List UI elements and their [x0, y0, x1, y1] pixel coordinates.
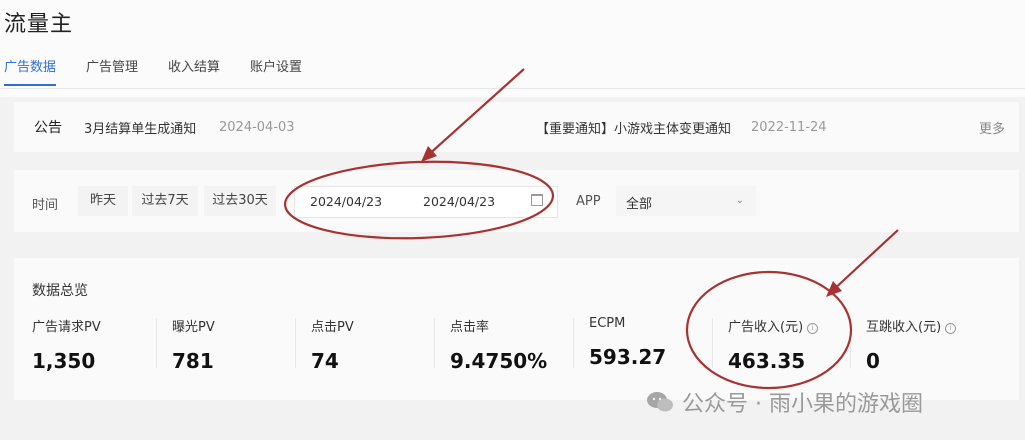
metric-divider	[434, 318, 435, 368]
tab-ad-data[interactable]: 广告数据	[4, 56, 57, 86]
preset-last-7-days[interactable]: 过去7天	[132, 186, 198, 216]
app-select[interactable]: 全部 ⌄	[616, 186, 756, 216]
preset-last-30-days[interactable]: 过去30天	[204, 186, 276, 216]
notice-item-2-date: 2022-11-24	[751, 119, 827, 135]
metric-divider	[156, 318, 157, 368]
end-date[interactable]: 2024/04/23	[423, 194, 495, 209]
date-range-picker[interactable]: 2024/04/23 2024/04/23	[294, 186, 558, 218]
time-label: 时间	[32, 198, 59, 213]
metric-click-pv: 点击PV 74	[311, 316, 354, 373]
notice-item-1-date: 2024-04-03	[219, 119, 295, 135]
wechat-icon	[647, 392, 673, 412]
metric-ad-request-pv: 广告请求PV 1,350	[32, 316, 101, 373]
chevron-down-icon: ⌄	[735, 195, 744, 206]
metric-label: 广告收入(元)	[728, 320, 804, 335]
metric-value: 1,350	[32, 349, 96, 373]
overview-title: 数据总览	[32, 283, 88, 299]
metric-label: 点击PV	[311, 320, 354, 335]
metric-value: 0	[866, 349, 880, 373]
tab-account-settings[interactable]: 账户设置	[250, 56, 302, 86]
metric-exposure-pv: 曝光PV 781	[172, 316, 215, 373]
metric-value: 9.4750%	[450, 349, 548, 373]
metric-divider	[712, 318, 713, 368]
watermark-text: 公众号 · 雨小果的游戏圈	[682, 392, 923, 417]
calendar-icon[interactable]	[531, 194, 543, 206]
metric-click-rate: 点击率 9.4750%	[450, 316, 547, 373]
metric-label: 广告请求PV	[32, 320, 101, 335]
metric-ecpm: ECPM 593.27	[589, 316, 666, 369]
metric-value: 74	[311, 349, 339, 373]
app-title: 流量主	[4, 12, 74, 37]
info-icon[interactable]: i	[945, 323, 957, 334]
metric-cross-jump-income: 互跳收入(元) i 0	[866, 316, 957, 373]
tab-income-settlement[interactable]: 收入结算	[168, 56, 220, 86]
info-icon[interactable]: i	[807, 323, 819, 334]
metric-label: 互跳收入(元)	[866, 320, 942, 335]
preset-yesterday[interactable]: 昨天	[78, 186, 128, 216]
metric-divider	[295, 318, 296, 368]
start-date[interactable]: 2024/04/23	[310, 194, 382, 209]
metric-divider	[573, 318, 574, 368]
top-bar: 流量主 广告数据 广告管理 收入结算 账户设置	[0, 0, 1025, 97]
metric-label: ECPM	[589, 316, 626, 331]
notice-more-link[interactable]: 更多	[979, 118, 1005, 137]
metric-value: 463.35	[728, 349, 806, 373]
metric-ad-income: 广告收入(元) i 463.35	[728, 316, 819, 373]
metric-label: 曝光PV	[172, 320, 215, 335]
watermark: 公众号 · 雨小果的游戏圈	[646, 386, 923, 418]
main-tabs: 广告数据 广告管理 收入结算 账户设置	[4, 56, 332, 86]
notice-item-2[interactable]: 【重要通知】小游戏主体变更通知	[536, 118, 731, 137]
app-label: APP	[576, 194, 601, 209]
tab-ad-management[interactable]: 广告管理	[86, 56, 138, 86]
app-select-value: 全部	[626, 197, 653, 212]
filter-bar: 时间 昨天 过去7天 过去30天 2024/04/23 2024/04/23 A…	[14, 170, 1019, 232]
metric-value: 781	[172, 349, 214, 373]
metric-value: 593.27	[589, 345, 667, 369]
metric-divider	[850, 318, 851, 368]
tab-divider	[0, 88, 1025, 89]
metric-label: 点击率	[450, 320, 490, 335]
notice-bar: 公告 3月结算单生成通知 2024-04-03 【重要通知】小游戏主体变更通知 …	[14, 102, 1019, 152]
notice-item-1[interactable]: 3月结算单生成通知	[84, 118, 196, 137]
notice-label: 公告	[34, 120, 62, 136]
data-overview: 数据总览 广告请求PV 1,350 曝光PV 781 点击PV 74 点击率 9…	[14, 258, 1019, 400]
